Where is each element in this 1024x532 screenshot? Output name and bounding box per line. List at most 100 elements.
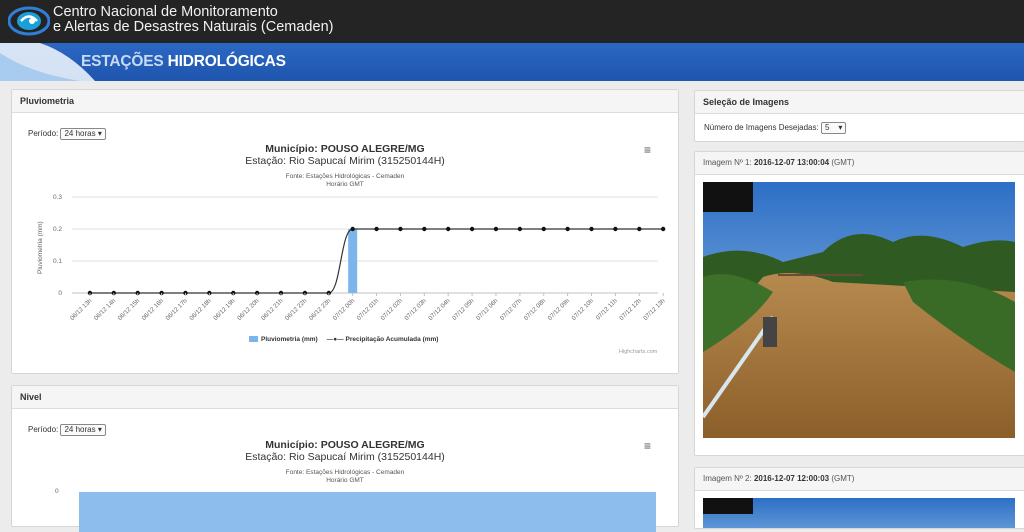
nivel-periodo: Período: 24 horas ▾ <box>28 424 106 436</box>
page-title: ESTAÇÕES HIDROLÓGICAS <box>81 53 286 71</box>
chart-source-line1: Fonte: Estações Hidrológicas - Cemaden <box>285 469 405 476</box>
chevron-down-icon: ▾ <box>97 425 102 434</box>
line-point <box>541 226 546 232</box>
periodo-select[interactable]: 24 horas ▾ <box>60 424 106 436</box>
river-photo-drawing <box>703 182 1015 438</box>
line-point <box>422 226 427 232</box>
page-title-part2: HIDROLÓGICAS <box>167 53 286 70</box>
image-card-header: Imagem Nº 1: 2016-12-07 13:00:04 (GMT) <box>695 152 1024 175</box>
image-count-value: 5 <box>824 123 830 132</box>
x-tick-label: 07/12 07h <box>499 297 524 322</box>
bar-pluviometria <box>348 229 358 293</box>
x-tick-label: 06/12 17h <box>164 297 189 322</box>
nivel-bar-area <box>79 492 656 532</box>
chart-source: Fonte: Estações Hidrológicas - Cemaden H… <box>12 469 678 485</box>
page-title-part1: ESTAÇÕES <box>81 53 164 70</box>
chart-subtitle: Estação: Rio Sapucaí Mirim (315250144H) <box>245 451 445 463</box>
line-point <box>469 226 475 232</box>
hamburger-menu-icon[interactable]: ≡ <box>644 439 651 453</box>
pluviometria-panel: Pluviometria Período: 24 horas ▾ Municíp… <box>11 89 679 374</box>
chart-credits[interactable]: Highcharts.com <box>619 349 657 355</box>
image-card: Imagem Nº 2: 2016-12-07 12:00:03 (GMT) <box>694 467 1024 529</box>
x-tick-label: 07/12 03h <box>403 297 428 322</box>
image-datetime: 2016-12-07 12:00:03 <box>753 474 830 483</box>
image-label: Imagem Nº 2: <box>703 474 752 483</box>
legend-pluviometria-label: Pluviometria (mm) <box>261 336 318 343</box>
x-tick-label: 07/12 13h <box>642 297 667 322</box>
nivel-panel-title: Nivel <box>12 386 678 409</box>
legend-item-acumulada[interactable]: —●— Precipitação Acumulada (mm) <box>327 336 439 343</box>
chart-title: Município: POUSO ALEGRE/MG <box>12 439 678 451</box>
image-card-header: Imagem Nº 2: 2016-12-07 12:00:03 (GMT) <box>695 468 1024 491</box>
line-point <box>446 226 451 232</box>
y-tick-label: 0.3 <box>53 194 62 201</box>
river-camera-photo[interactable] <box>703 498 1015 528</box>
line-point <box>398 226 403 232</box>
nivel-panel: Nivel Período: 24 horas ▾ Município: POU… <box>11 385 679 532</box>
x-tick-label: 06/12 23h <box>308 297 333 322</box>
image-count-row: Número de Imagens Desejadas: 5 ▾ <box>704 122 847 134</box>
legend-bar-swatch <box>249 336 258 343</box>
x-tick-label: 07/12 01h <box>356 297 381 322</box>
x-tick-label: 07/12 08h <box>523 297 548 322</box>
x-tick-label: 07/12 05h <box>451 297 476 322</box>
x-tick-label: 06/12 20h <box>236 297 261 322</box>
x-tick-label: 06/12 15h <box>117 297 142 322</box>
image-count-label: Número de Imagens Desejadas: <box>704 123 819 132</box>
x-tick-label: 06/12 18h <box>188 297 213 322</box>
x-tick-label: 06/12 22h <box>284 297 309 322</box>
line-point <box>493 226 499 232</box>
chart-legend: Pluviometria (mm) —●— Precipitação Acumu… <box>249 336 438 343</box>
image-count-select[interactable]: 5 ▾ <box>820 122 847 134</box>
line-point <box>589 226 594 232</box>
image-datetime: 2016-12-07 13:00:04 <box>753 158 830 167</box>
line-point <box>660 226 666 232</box>
x-tick-label: 06/12 21h <box>260 297 285 322</box>
river-camera-photo[interactable] <box>703 182 1015 438</box>
line-point <box>350 226 355 232</box>
org-name-line2: e Alertas de Desastres Naturais (Cemaden… <box>53 19 334 35</box>
periodo-select-value: 24 horas <box>64 425 96 434</box>
photo-timestamp-overlay <box>703 498 753 514</box>
x-tick-label: 06/12 19h <box>212 297 237 322</box>
x-tick-label: 07/12 12h <box>618 297 643 322</box>
legend-item-pluviometria[interactable]: Pluviometria (mm) <box>249 336 318 343</box>
x-tick-label: 07/12 02h <box>379 297 404 322</box>
x-tick-label: 07/12 10h <box>571 297 596 322</box>
x-tick-label: 07/12 09h <box>547 297 572 322</box>
pluviometria-chart: 00.10.20.306/12 13h 06/12 14h 06/12 15h 06/… <box>53 194 667 322</box>
x-tick-label: 06/12 14h <box>93 297 118 322</box>
line-point <box>613 226 618 232</box>
image-selection-panel: Seleção de Imagens Número de Imagens Des… <box>694 90 1024 142</box>
legend-acumulada-label: Precipitação Acumulada (mm) <box>345 336 439 343</box>
periodo-label: Período: <box>28 425 59 434</box>
chevron-down-icon: ▾ <box>838 123 843 132</box>
x-tick-label: 06/12 16h <box>141 297 166 322</box>
top-header: Centro Nacional de Monitoramento e Alert… <box>0 0 1024 43</box>
image-label: Imagem Nº 1: <box>703 158 752 167</box>
x-tick-label: 06/12 13h <box>69 297 94 322</box>
chart-title-value: POUSO ALEGRE/MG <box>320 439 425 451</box>
y-tick-label: 0 <box>58 290 62 297</box>
chart-source-line2: Horário GMT <box>326 477 364 484</box>
chart-title-label: Município: <box>265 439 318 451</box>
y-tick-label: 0 <box>55 488 59 495</box>
page-banner: ESTAÇÕES HIDROLÓGICAS <box>0 43 1024 81</box>
image-timezone: (GMT) <box>831 474 855 483</box>
image-timezone: (GMT) <box>831 158 855 167</box>
legend-line-swatch: —●— <box>326 336 344 343</box>
line-point <box>637 226 642 232</box>
image-selection-title: Seleção de Imagens <box>695 91 1024 114</box>
x-tick-label: 07/12 11h <box>595 297 619 321</box>
x-tick-label: 07/12 06h <box>475 297 500 322</box>
x-tick-label: 07/12 00h <box>332 297 357 322</box>
org-name-line1: Centro Nacional de Monitoramento <box>53 4 278 20</box>
x-tick-label: 07/12 04h <box>427 297 452 322</box>
y-tick-label: 0.1 <box>53 258 62 265</box>
cemaden-logo[interactable] <box>8 6 50 36</box>
line-point <box>374 226 379 232</box>
org-name: Centro Nacional de Monitoramento e Alert… <box>53 5 333 35</box>
image-card: Imagem Nº 1: 2016-12-07 13:00:04 (GMT) <box>694 151 1024 456</box>
line-point <box>517 226 523 232</box>
y-tick-label: 0.2 <box>53 226 62 233</box>
